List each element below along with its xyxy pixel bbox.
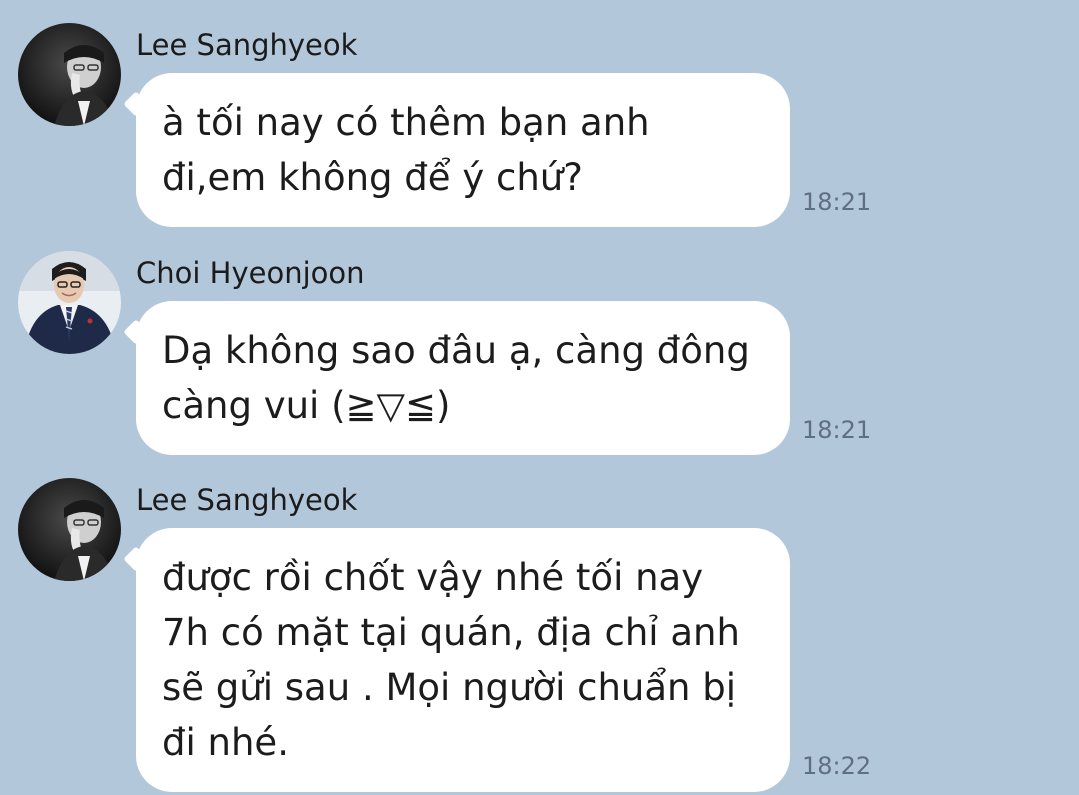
avatar-icon[interactable] bbox=[18, 478, 121, 581]
message-bubble[interactable]: à tối nay có thêm bạn anh đi,em không để… bbox=[136, 73, 790, 227]
message-timestamp: 18:21 bbox=[802, 416, 872, 444]
message-bubble[interactable]: được rồi chốt vậy nhé tối nay 7h có mặt … bbox=[136, 528, 790, 792]
sender-name: Lee Sanghyeok bbox=[136, 28, 358, 62]
message-timestamp: 18:21 bbox=[802, 188, 872, 216]
sender-name: Lee Sanghyeok bbox=[136, 483, 358, 517]
message-bubble[interactable]: Dạ không sao đâu ạ, càng đông càng vui (… bbox=[136, 301, 790, 455]
chat-window: Lee Sanghyeok à tối nay có thêm bạn anh … bbox=[0, 0, 1079, 795]
message-timestamp: 18:22 bbox=[802, 752, 872, 780]
avatar-icon[interactable] bbox=[18, 251, 121, 354]
sender-name: Choi Hyeonjoon bbox=[136, 256, 365, 290]
avatar-icon[interactable] bbox=[18, 23, 121, 126]
